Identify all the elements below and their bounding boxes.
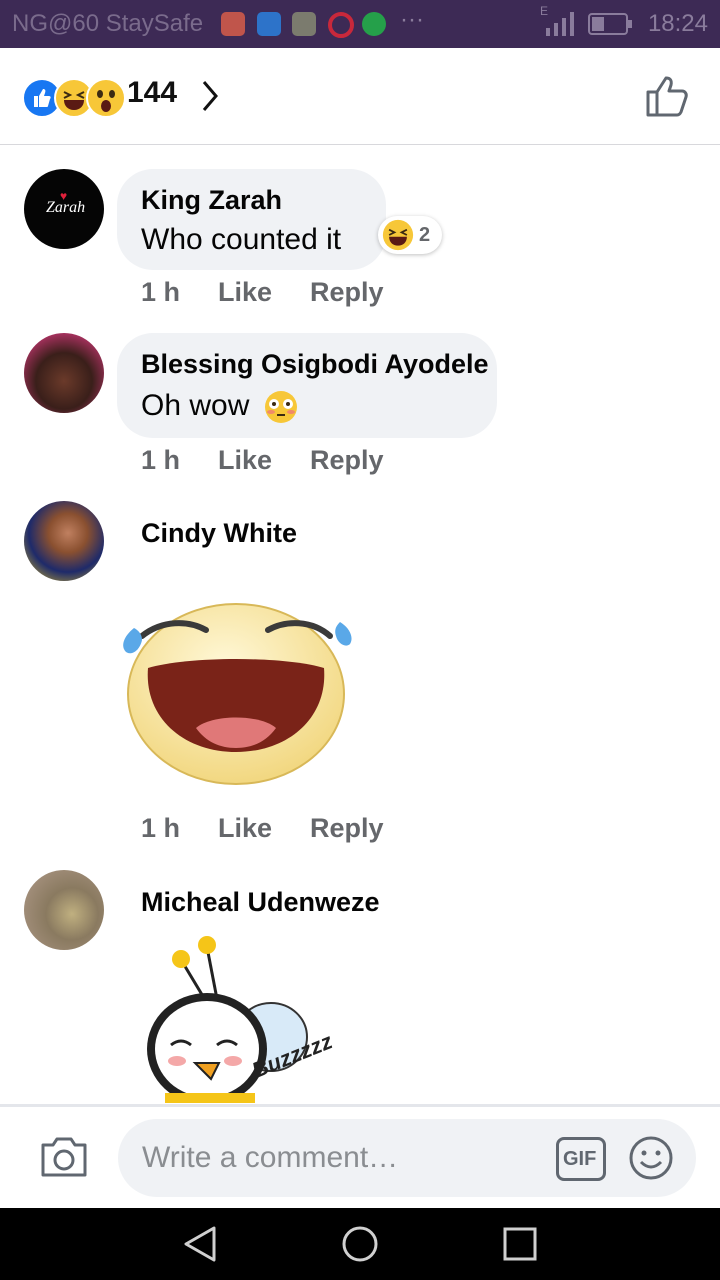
avatar[interactable] — [24, 501, 104, 581]
avatar[interactable]: Zarah ♥ — [24, 169, 104, 249]
wow-icon — [86, 78, 126, 118]
carrier-label: NG@60 StaySafe — [12, 10, 204, 37]
comment-author[interactable]: Micheal Udenweze — [141, 887, 380, 918]
camera-icon[interactable] — [39, 1135, 89, 1179]
home-icon[interactable] — [340, 1224, 380, 1264]
whatsapp-icon — [362, 12, 386, 36]
comment-like-button[interactable]: Like — [218, 445, 272, 476]
like-post-button[interactable] — [644, 74, 692, 118]
comment-timestamp: 1 h — [141, 813, 181, 843]
comment-author[interactable]: Blessing Osigbodi Ayodele — [141, 349, 489, 380]
comment-reply-button[interactable]: Reply — [310, 445, 384, 476]
gif-label: GIF — [563, 1148, 597, 1170]
recents-icon[interactable] — [502, 1226, 538, 1262]
heart-icon: ♥ — [60, 189, 68, 203]
more-notifications-icon: ··· — [400, 6, 424, 33]
signal-icon — [546, 12, 574, 36]
haha-icon — [382, 219, 414, 251]
gif-button[interactable]: GIF — [556, 1137, 606, 1181]
opera-icon — [328, 12, 354, 38]
comment-reaction-badge[interactable]: 2 — [378, 216, 442, 254]
status-bar: NG@60 StaySafe ··· E 18:24 — [0, 0, 720, 48]
emoji-icon[interactable] — [628, 1135, 674, 1181]
chevron-right-icon[interactable] — [198, 78, 222, 114]
comment-bubble[interactable]: Blessing Osigbodi Ayodele Oh wow — [117, 333, 497, 438]
photo-notification-icon — [292, 12, 316, 36]
sleeping-bee-sticker[interactable] — [125, 933, 355, 1103]
clock: 18:24 — [647, 10, 708, 37]
comment-author[interactable]: King Zarah — [141, 185, 282, 216]
comment-text: Oh wow — [141, 389, 250, 422]
app-notification-icon — [221, 12, 245, 36]
avatar[interactable] — [24, 870, 104, 950]
comment-author[interactable]: Cindy White — [141, 518, 297, 549]
app-notification-icon — [257, 12, 281, 36]
system-nav-bar — [0, 1208, 720, 1280]
comment-like-button[interactable]: Like — [218, 813, 272, 844]
comment-text: Who counted it — [141, 223, 342, 256]
avatar[interactable] — [24, 333, 104, 413]
comment-reply-button[interactable]: Reply — [310, 277, 384, 308]
comment-timestamp: 1 h — [141, 445, 181, 475]
comment-bubble[interactable]: King Zarah Who counted it — [117, 169, 386, 270]
reaction-count: 144 — [127, 76, 178, 109]
back-icon[interactable] — [180, 1224, 220, 1264]
laughing-tears-sticker[interactable] — [112, 588, 362, 788]
reactions-header[interactable]: 144 — [0, 48, 720, 145]
comment-input[interactable]: Write a comment… GIF — [118, 1119, 696, 1197]
comment-composer: Write a comment… GIF — [0, 1104, 720, 1211]
comments-sheet: 144 Zarah ♥ King Zarah Who counted it 2 … — [0, 48, 720, 1208]
comment-timestamp: 1 h — [141, 277, 181, 307]
comment-input-placeholder: Write a comment… — [142, 1141, 399, 1174]
reaction-badge-count: 2 — [419, 224, 431, 246]
battery-icon — [588, 13, 632, 35]
flushed-emoji-icon — [265, 391, 297, 423]
comment-reply-button[interactable]: Reply — [310, 813, 384, 844]
comment-like-button[interactable]: Like — [218, 277, 272, 308]
